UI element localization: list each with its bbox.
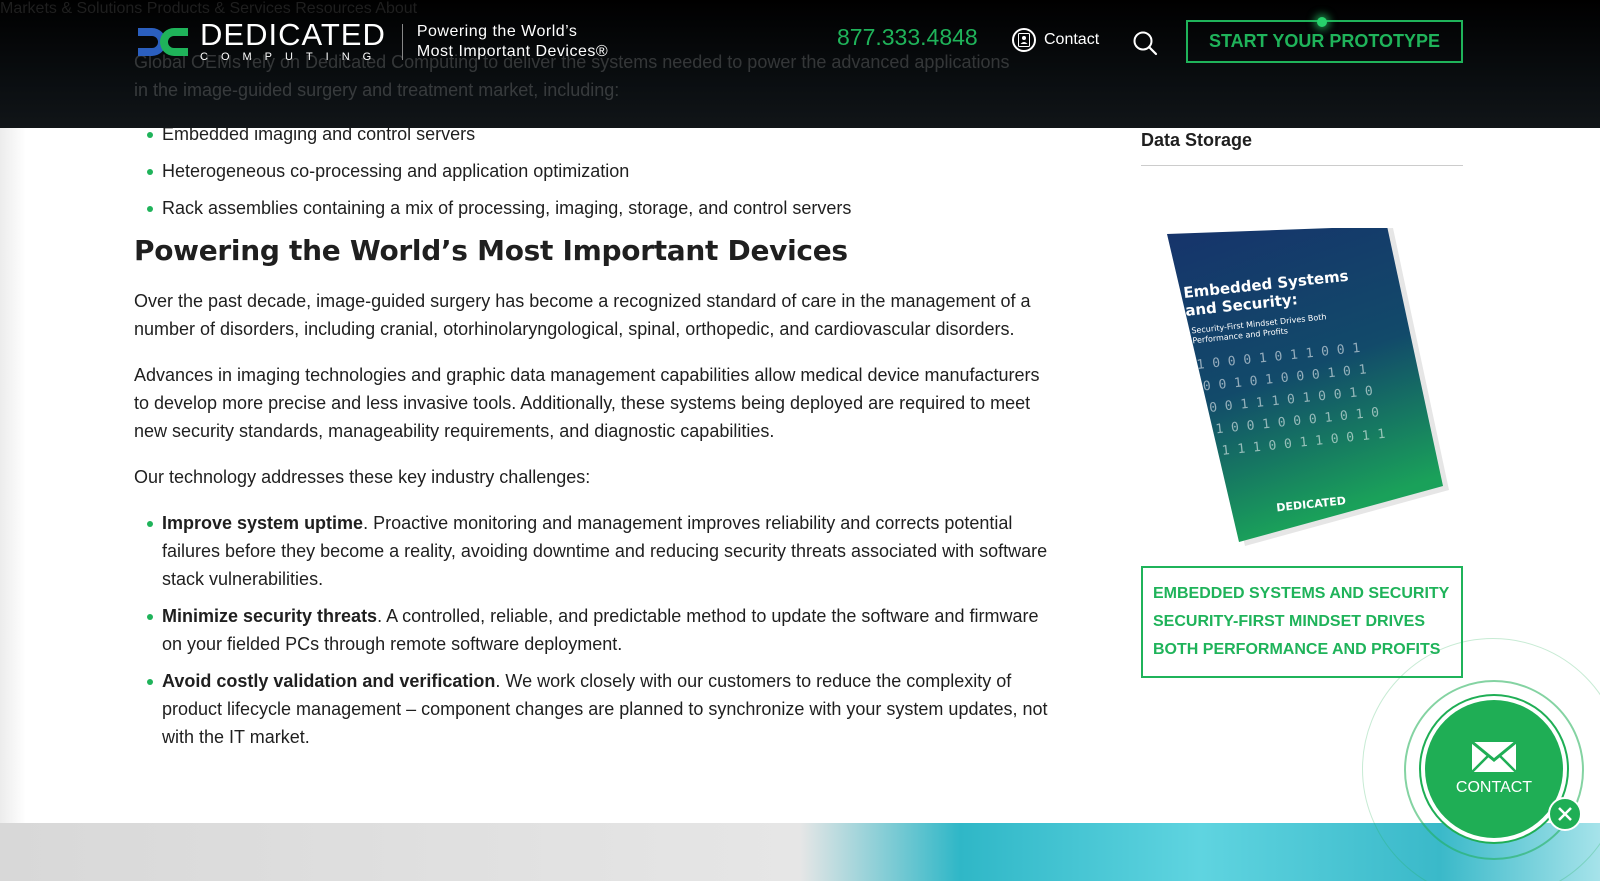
list-item: Rack assemblies containing a mix of proc… [134,194,1049,222]
glow-dot-icon [1317,17,1327,27]
challenge-title: Avoid costly validation and verification [162,671,496,691]
main-content: Embedded imaging and control servers Het… [134,120,1049,760]
contact-label: Contact [1044,31,1100,48]
list-item: Heterogeneous co-processing and applicat… [134,157,1049,185]
header-contact-link[interactable]: Contact [1012,28,1099,52]
logo-subtitle: COMPUTING [200,51,385,63]
challenges-list: Improve system uptime. Proactive monitor… [134,509,1049,751]
tagline-line1: Powering the World’s [416,23,578,40]
close-icon[interactable] [1548,797,1582,831]
list-item: Improve system uptime. Proactive monitor… [134,509,1049,593]
logo-divider [401,24,403,60]
capabilities-list: Embedded imaging and control servers Het… [134,120,1049,222]
footer-banner-image [0,823,1600,881]
challenge-title: Improve system uptime [162,513,364,533]
floating-contact-label: CONTACT [1455,779,1533,796]
list-item: Minimize security threats. A controlled,… [134,602,1049,658]
cta-label: START YOUR PROTOTYPE [1208,31,1441,51]
main-nav: Markets & Solutions Products & Services … [0,0,1600,18]
paragraph: Advances in imaging technologies and gra… [134,365,1040,441]
nav-products-services[interactable]: Products & Services [147,0,291,17]
logo-name: DEDICATED [200,17,386,52]
section-heading: Powering the World’s Most Important Devi… [134,234,848,267]
search-icon[interactable] [1132,30,1158,56]
nav-about[interactable]: About [375,0,417,17]
tagline: Powering the World’s Most Important Devi… [417,22,608,62]
paragraph: Our technology addresses these key indus… [134,467,591,487]
site-header: Global OEMs rely on Dedicated Computing … [0,0,1600,128]
list-item: Avoid costly validation and verification… [134,667,1049,751]
contact-card-icon [1012,28,1036,52]
tagline-line2: Most Important Devices® [416,43,609,60]
site-logo[interactable]: DEDICATED COMPUTING Powering the World’s… [134,17,608,64]
challenge-title: Minimize security threats [162,606,378,626]
sidebar-item-data-storage[interactable]: Data Storage [1141,128,1463,166]
envelope-icon [1471,741,1517,773]
phone-number[interactable]: 877.333.4848 [837,24,978,51]
nav-resources[interactable]: Resources [295,0,371,17]
nav-markets-solutions[interactable]: Markets & Solutions [0,0,142,17]
left-shade [0,128,26,823]
ebook-download-link[interactable]: EMBEDDED SYSTEMS AND SECURITY SECURITY-F… [1141,566,1463,678]
floating-contact-button[interactable]: CONTACT [1425,700,1563,838]
ebook-cover-image[interactable]: Embedded Systems and Security: Security-… [1153,228,1453,548]
paragraph: Over the past decade, image-guided surge… [134,291,1031,339]
sidebar: Data Storage Embedded Systems and Securi… [1141,128,1463,678]
start-prototype-button[interactable]: START YOUR PROTOTYPE [1186,17,1463,63]
logo-mark-icon [138,28,188,56]
